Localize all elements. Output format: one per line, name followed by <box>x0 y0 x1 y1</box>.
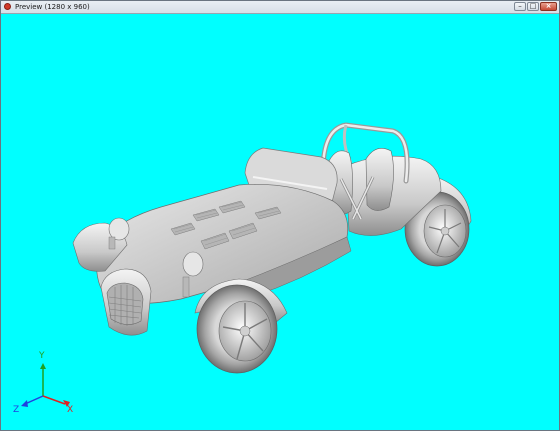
right-headlight <box>182 251 204 277</box>
z-axis-label: Z <box>13 405 19 415</box>
preview-window: Preview (1280 x 960) – □ × Y X Z <box>0 0 560 431</box>
x-axis-label: X <box>67 405 73 415</box>
car-model[interactable] <box>1 14 559 430</box>
front-grille <box>106 282 144 325</box>
minimize-button[interactable]: – <box>514 2 526 11</box>
axis-triad: Y X Z <box>13 351 73 415</box>
seat-right <box>365 148 394 211</box>
left-headlight <box>108 217 130 241</box>
title-bar[interactable]: Preview (1280 x 960) – □ × <box>1 1 559 14</box>
y-axis-label: Y <box>38 351 45 361</box>
app-icon <box>4 3 11 10</box>
maximize-button[interactable]: □ <box>527 2 539 11</box>
close-icon: × <box>545 2 552 10</box>
window-title: Preview (1280 x 960) <box>15 3 90 11</box>
close-button[interactable]: × <box>540 2 557 11</box>
render-viewport[interactable]: Y X Z <box>1 14 559 430</box>
maximize-icon: □ <box>529 2 537 10</box>
minimize-icon: – <box>518 2 522 10</box>
